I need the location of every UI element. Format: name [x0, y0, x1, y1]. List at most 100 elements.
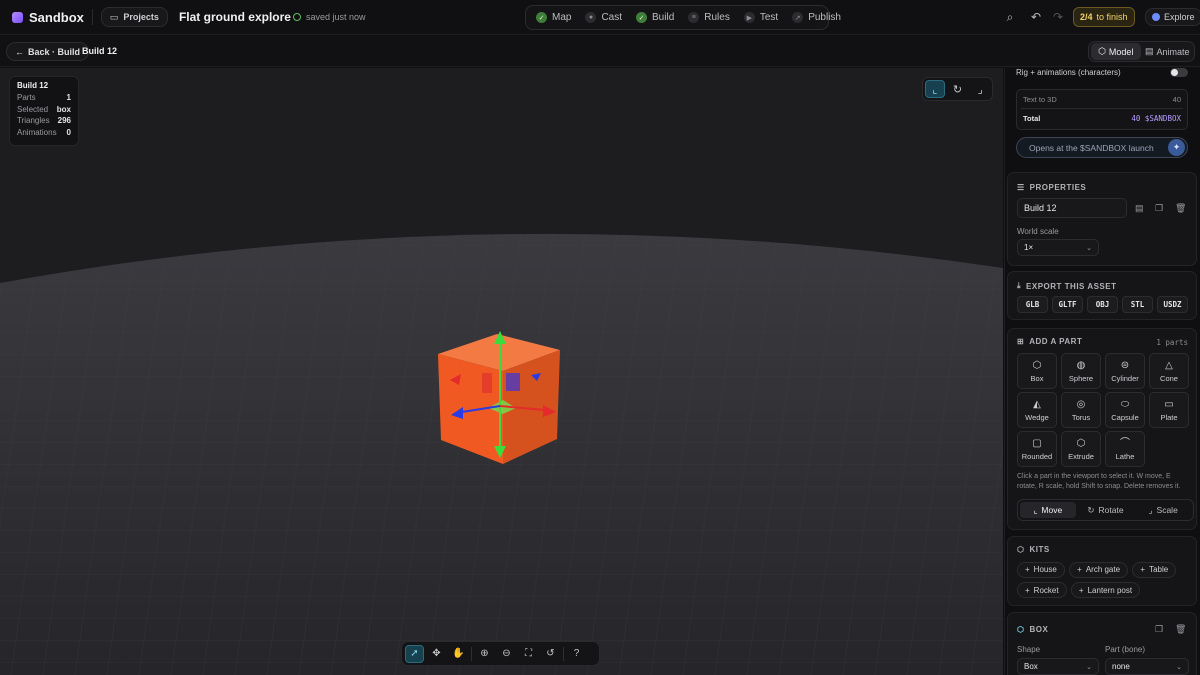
fit-view-icon[interactable]: ⛶: [519, 645, 538, 663]
explore-button[interactable]: Explore: [1145, 8, 1200, 26]
part-torus-button[interactable]: ◎ Torus: [1061, 392, 1101, 428]
help-icon[interactable]: ?: [567, 645, 586, 663]
part-capsule-button[interactable]: ⬭ Capsule: [1105, 392, 1145, 428]
trash-icon[interactable]: 🗑: [1175, 203, 1186, 214]
heading-text: EXPORT THIS ASSET: [1026, 281, 1117, 291]
redo-icon[interactable]: ↷: [1051, 10, 1065, 24]
transform-label: Rotate: [1098, 505, 1124, 515]
back-label: Back · Build: [28, 46, 81, 57]
reset-view-icon[interactable]: ↺: [541, 645, 560, 663]
step-map[interactable]: ✓ Map: [530, 8, 577, 27]
rules-icon: ≡: [688, 12, 700, 23]
part-sphere-button[interactable]: ◍ Sphere: [1061, 353, 1101, 389]
part-lathe-button[interactable]: ⌒ Lathe: [1105, 431, 1145, 467]
copy-icon[interactable]: ❐: [1155, 624, 1163, 635]
mode-animate[interactable]: ▤ Animate: [1143, 43, 1193, 60]
cost-label: Text to 3D: [1023, 95, 1057, 104]
kit-rocket[interactable]: + Rocket: [1017, 582, 1067, 598]
part-box-button[interactable]: ⬡ Box: [1017, 353, 1057, 389]
kit-house[interactable]: + House: [1017, 561, 1065, 578]
parts-count: 1 parts: [1156, 338, 1188, 347]
rotate-gizmo-icon[interactable]: ↻: [948, 80, 968, 98]
part-cone-button[interactable]: △ Cone: [1149, 353, 1189, 389]
app-logo[interactable]: Sandbox: [12, 10, 84, 25]
search-icon[interactable]: ⌕: [1003, 10, 1017, 24]
kits-card: ⬡ KITS + House + Arch gate + Table + Rocket +…: [1007, 536, 1197, 606]
bone-value: none: [1112, 662, 1130, 671]
part-extrude-button[interactable]: ⬡ Extrude: [1061, 431, 1101, 467]
cylinder-icon: ⊜: [1120, 359, 1130, 371]
trash-icon[interactable]: 🗑: [1175, 624, 1186, 635]
check-icon: ✓: [636, 12, 648, 23]
part-plate-button[interactable]: ▭ Plate: [1149, 392, 1189, 428]
export-usdz-button[interactable]: USDZ: [1157, 296, 1188, 313]
back-button[interactable]: ← Back · Build: [6, 42, 90, 61]
step-build[interactable]: ✓ Build: [630, 8, 680, 27]
transform-rotate-button[interactable]: ↻ Rotate: [1078, 502, 1134, 518]
kits-heading: ⬡ KITS: [1017, 545, 1050, 554]
part-label: Lathe: [1115, 451, 1135, 461]
bone-select[interactable]: none ⌄: [1105, 658, 1189, 675]
download-icon: ⤓: [1017, 281, 1022, 290]
export-stl-button[interactable]: STL: [1122, 296, 1153, 313]
cost-box: Text to 3D 40 Total 40 $SANDBOX: [1016, 89, 1188, 130]
hand-icon[interactable]: ✋: [449, 645, 468, 663]
name-value: Build 12: [1024, 203, 1057, 213]
scale-select[interactable]: 1× ⌄: [1017, 239, 1099, 256]
step-rules[interactable]: ≡ Rules: [682, 8, 736, 27]
cube-icon: ⬡: [1098, 46, 1106, 56]
zoom-in-icon[interactable]: ⊕: [475, 645, 494, 663]
stat-value: 1: [66, 93, 71, 102]
export-obj-button[interactable]: OBJ: [1087, 296, 1118, 313]
move-gizmo-icon[interactable]: ⌞: [925, 80, 945, 98]
mode-switch: ⬡ Model ▤ Animate: [1088, 41, 1195, 62]
undo-icon[interactable]: ↶: [1029, 10, 1043, 24]
move-icon[interactable]: ✥: [427, 645, 446, 663]
shape-select[interactable]: Box ⌄: [1017, 658, 1099, 675]
3d-viewport[interactable]: [0, 68, 1003, 675]
zoom-out-icon[interactable]: ⊖: [497, 645, 516, 663]
selected-box[interactable]: [438, 331, 560, 464]
total-label: Total: [1023, 114, 1041, 123]
transform-scale-button[interactable]: ⌟ Scale: [1135, 502, 1191, 518]
export-glb-button[interactable]: GLB: [1017, 296, 1048, 313]
step-test[interactable]: ▶ Test: [738, 8, 784, 27]
rig-toggle[interactable]: [1170, 68, 1188, 77]
check-icon: ✓: [536, 12, 547, 23]
scale-gizmo-icon[interactable]: ⌟: [970, 80, 990, 98]
part-cylinder-button[interactable]: ⊜ Cylinder: [1105, 353, 1145, 389]
mode-model[interactable]: ⬡ Model: [1091, 43, 1141, 60]
step-label: Rules: [704, 12, 730, 23]
plus-icon: +: [1025, 585, 1030, 595]
part-label: Wedge: [1025, 412, 1049, 422]
part-rounded-button[interactable]: ▢ Rounded: [1017, 431, 1057, 467]
projects-button[interactable]: ▭ Projects: [100, 7, 168, 27]
box-heading: ⬡ BOX: [1017, 625, 1048, 634]
launch-button[interactable]: Opens at the $SANDBOX launch ✦: [1016, 137, 1188, 158]
explore-label: Explore: [1164, 12, 1195, 22]
kit-lantern-post[interactable]: + Lantern post: [1070, 582, 1141, 598]
step-publish[interactable]: ↗ Publish: [786, 8, 847, 27]
kit-table[interactable]: + Table: [1132, 561, 1177, 578]
capsule-icon: ⬭: [1120, 398, 1130, 410]
progress-suffix: to finish: [1096, 12, 1128, 22]
kit-label: House: [1033, 565, 1057, 574]
stat-value: 0: [66, 127, 71, 137]
heading-text: BOX: [1029, 625, 1049, 634]
part-wedge-button[interactable]: ◭ Wedge: [1017, 392, 1057, 428]
kit-arch-gate[interactable]: + Arch gate: [1069, 561, 1129, 578]
step-label: Map: [552, 12, 572, 23]
export-gltf-button[interactable]: GLTF: [1052, 296, 1083, 313]
project-title[interactable]: Flat ground explore: [179, 10, 291, 24]
lathe-icon: ⌒: [1120, 437, 1130, 449]
sparkle-icon: ✦: [1168, 139, 1185, 156]
progress-badge[interactable]: 2/4 to finish: [1073, 7, 1135, 27]
cone-icon: △: [1165, 359, 1173, 371]
scene[interactable]: [0, 68, 1003, 675]
transform-move-button[interactable]: ⌞ Move: [1020, 502, 1076, 518]
name-field[interactable]: Build 12: [1017, 198, 1127, 218]
select-icon[interactable]: ➚: [405, 644, 424, 663]
copy-icon[interactable]: ❐: [1155, 203, 1163, 214]
file-icon[interactable]: ▤: [1135, 203, 1144, 214]
step-cast[interactable]: ● Cast: [579, 8, 628, 27]
